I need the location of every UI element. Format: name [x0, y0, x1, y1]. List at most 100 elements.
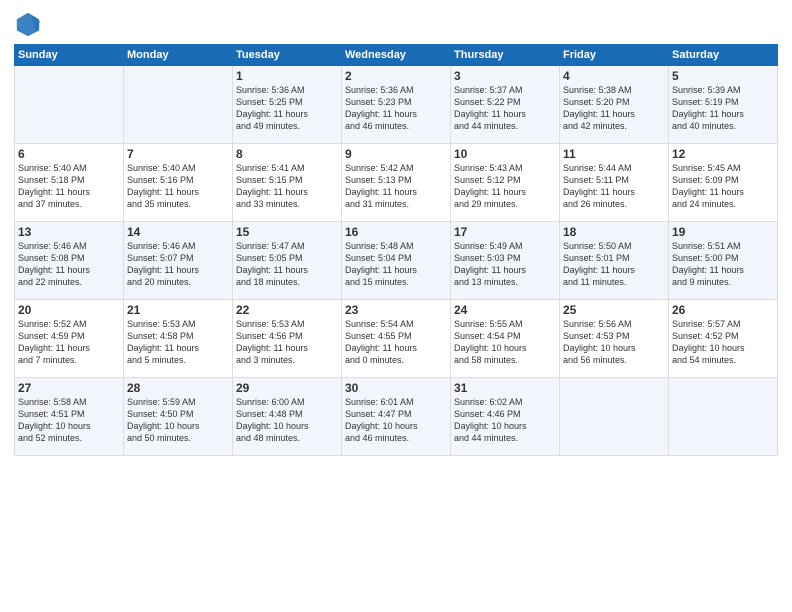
calendar-cell: 4Sunrise: 5:38 AM Sunset: 5:20 PM Daylig… [560, 66, 669, 144]
day-number: 10 [454, 147, 556, 161]
day-of-week-header: Friday [560, 45, 669, 66]
calendar-week-row: 1Sunrise: 5:36 AM Sunset: 5:25 PM Daylig… [15, 66, 778, 144]
cell-info: Sunrise: 5:42 AM Sunset: 5:13 PM Dayligh… [345, 162, 447, 211]
calendar-cell: 31Sunrise: 6:02 AM Sunset: 4:46 PM Dayli… [451, 378, 560, 456]
calendar-cell: 8Sunrise: 5:41 AM Sunset: 5:15 PM Daylig… [233, 144, 342, 222]
cell-info: Sunrise: 5:39 AM Sunset: 5:19 PM Dayligh… [672, 84, 774, 133]
day-number: 25 [563, 303, 665, 317]
day-number: 1 [236, 69, 338, 83]
day-of-week-header: Sunday [15, 45, 124, 66]
calendar-cell [124, 66, 233, 144]
cell-info: Sunrise: 5:54 AM Sunset: 4:55 PM Dayligh… [345, 318, 447, 367]
calendar-cell: 10Sunrise: 5:43 AM Sunset: 5:12 PM Dayli… [451, 144, 560, 222]
cell-info: Sunrise: 5:43 AM Sunset: 5:12 PM Dayligh… [454, 162, 556, 211]
day-of-week-header: Saturday [669, 45, 778, 66]
cell-info: Sunrise: 5:48 AM Sunset: 5:04 PM Dayligh… [345, 240, 447, 289]
day-number: 31 [454, 381, 556, 395]
cell-info: Sunrise: 5:36 AM Sunset: 5:25 PM Dayligh… [236, 84, 338, 133]
day-number: 11 [563, 147, 665, 161]
calendar-header [14, 10, 778, 38]
calendar-cell: 5Sunrise: 5:39 AM Sunset: 5:19 PM Daylig… [669, 66, 778, 144]
day-of-week-header: Thursday [451, 45, 560, 66]
day-number: 22 [236, 303, 338, 317]
calendar-cell: 17Sunrise: 5:49 AM Sunset: 5:03 PM Dayli… [451, 222, 560, 300]
day-number: 19 [672, 225, 774, 239]
calendar-cell: 26Sunrise: 5:57 AM Sunset: 4:52 PM Dayli… [669, 300, 778, 378]
day-number: 16 [345, 225, 447, 239]
calendar-cell: 11Sunrise: 5:44 AM Sunset: 5:11 PM Dayli… [560, 144, 669, 222]
calendar-week-row: 6Sunrise: 5:40 AM Sunset: 5:18 PM Daylig… [15, 144, 778, 222]
calendar-cell: 20Sunrise: 5:52 AM Sunset: 4:59 PM Dayli… [15, 300, 124, 378]
calendar-table: SundayMondayTuesdayWednesdayThursdayFrid… [14, 44, 778, 456]
cell-info: Sunrise: 5:53 AM Sunset: 4:56 PM Dayligh… [236, 318, 338, 367]
day-number: 12 [672, 147, 774, 161]
day-number: 15 [236, 225, 338, 239]
calendar-cell: 28Sunrise: 5:59 AM Sunset: 4:50 PM Dayli… [124, 378, 233, 456]
cell-info: Sunrise: 5:50 AM Sunset: 5:01 PM Dayligh… [563, 240, 665, 289]
cell-info: Sunrise: 5:37 AM Sunset: 5:22 PM Dayligh… [454, 84, 556, 133]
logo-icon [14, 10, 42, 38]
cell-info: Sunrise: 5:58 AM Sunset: 4:51 PM Dayligh… [18, 396, 120, 445]
calendar-week-row: 27Sunrise: 5:58 AM Sunset: 4:51 PM Dayli… [15, 378, 778, 456]
cell-info: Sunrise: 5:38 AM Sunset: 5:20 PM Dayligh… [563, 84, 665, 133]
day-of-week-header: Tuesday [233, 45, 342, 66]
cell-info: Sunrise: 6:00 AM Sunset: 4:48 PM Dayligh… [236, 396, 338, 445]
day-number: 23 [345, 303, 447, 317]
calendar-cell: 25Sunrise: 5:56 AM Sunset: 4:53 PM Dayli… [560, 300, 669, 378]
day-number: 18 [563, 225, 665, 239]
calendar-cell: 22Sunrise: 5:53 AM Sunset: 4:56 PM Dayli… [233, 300, 342, 378]
day-of-week-header: Monday [124, 45, 233, 66]
cell-info: Sunrise: 5:57 AM Sunset: 4:52 PM Dayligh… [672, 318, 774, 367]
calendar-cell: 19Sunrise: 5:51 AM Sunset: 5:00 PM Dayli… [669, 222, 778, 300]
cell-info: Sunrise: 5:40 AM Sunset: 5:16 PM Dayligh… [127, 162, 229, 211]
calendar-header-row: SundayMondayTuesdayWednesdayThursdayFrid… [15, 45, 778, 66]
calendar-week-row: 13Sunrise: 5:46 AM Sunset: 5:08 PM Dayli… [15, 222, 778, 300]
cell-info: Sunrise: 5:53 AM Sunset: 4:58 PM Dayligh… [127, 318, 229, 367]
cell-info: Sunrise: 5:45 AM Sunset: 5:09 PM Dayligh… [672, 162, 774, 211]
calendar-cell: 23Sunrise: 5:54 AM Sunset: 4:55 PM Dayli… [342, 300, 451, 378]
day-number: 30 [345, 381, 447, 395]
calendar-cell: 13Sunrise: 5:46 AM Sunset: 5:08 PM Dayli… [15, 222, 124, 300]
calendar-week-row: 20Sunrise: 5:52 AM Sunset: 4:59 PM Dayli… [15, 300, 778, 378]
calendar-cell: 27Sunrise: 5:58 AM Sunset: 4:51 PM Dayli… [15, 378, 124, 456]
calendar-cell: 16Sunrise: 5:48 AM Sunset: 5:04 PM Dayli… [342, 222, 451, 300]
day-number: 28 [127, 381, 229, 395]
cell-info: Sunrise: 5:55 AM Sunset: 4:54 PM Dayligh… [454, 318, 556, 367]
cell-info: Sunrise: 5:51 AM Sunset: 5:00 PM Dayligh… [672, 240, 774, 289]
calendar-cell: 3Sunrise: 5:37 AM Sunset: 5:22 PM Daylig… [451, 66, 560, 144]
day-number: 24 [454, 303, 556, 317]
calendar-cell [560, 378, 669, 456]
calendar-cell: 7Sunrise: 5:40 AM Sunset: 5:16 PM Daylig… [124, 144, 233, 222]
cell-info: Sunrise: 5:46 AM Sunset: 5:08 PM Dayligh… [18, 240, 120, 289]
calendar-cell: 18Sunrise: 5:50 AM Sunset: 5:01 PM Dayli… [560, 222, 669, 300]
cell-info: Sunrise: 5:40 AM Sunset: 5:18 PM Dayligh… [18, 162, 120, 211]
calendar-cell: 30Sunrise: 6:01 AM Sunset: 4:47 PM Dayli… [342, 378, 451, 456]
cell-info: Sunrise: 6:02 AM Sunset: 4:46 PM Dayligh… [454, 396, 556, 445]
day-number: 6 [18, 147, 120, 161]
calendar-cell: 14Sunrise: 5:46 AM Sunset: 5:07 PM Dayli… [124, 222, 233, 300]
day-number: 20 [18, 303, 120, 317]
day-number: 8 [236, 147, 338, 161]
day-number: 29 [236, 381, 338, 395]
cell-info: Sunrise: 5:36 AM Sunset: 5:23 PM Dayligh… [345, 84, 447, 133]
cell-info: Sunrise: 5:49 AM Sunset: 5:03 PM Dayligh… [454, 240, 556, 289]
calendar-cell: 12Sunrise: 5:45 AM Sunset: 5:09 PM Dayli… [669, 144, 778, 222]
day-of-week-header: Wednesday [342, 45, 451, 66]
calendar-cell: 1Sunrise: 5:36 AM Sunset: 5:25 PM Daylig… [233, 66, 342, 144]
calendar-cell [15, 66, 124, 144]
cell-info: Sunrise: 5:44 AM Sunset: 5:11 PM Dayligh… [563, 162, 665, 211]
day-number: 4 [563, 69, 665, 83]
calendar-cell: 9Sunrise: 5:42 AM Sunset: 5:13 PM Daylig… [342, 144, 451, 222]
calendar-cell [669, 378, 778, 456]
day-number: 14 [127, 225, 229, 239]
day-number: 26 [672, 303, 774, 317]
day-number: 17 [454, 225, 556, 239]
cell-info: Sunrise: 5:52 AM Sunset: 4:59 PM Dayligh… [18, 318, 120, 367]
calendar-cell: 24Sunrise: 5:55 AM Sunset: 4:54 PM Dayli… [451, 300, 560, 378]
logo [14, 10, 46, 38]
calendar-cell: 15Sunrise: 5:47 AM Sunset: 5:05 PM Dayli… [233, 222, 342, 300]
cell-info: Sunrise: 5:47 AM Sunset: 5:05 PM Dayligh… [236, 240, 338, 289]
day-number: 9 [345, 147, 447, 161]
calendar-cell: 29Sunrise: 6:00 AM Sunset: 4:48 PM Dayli… [233, 378, 342, 456]
day-number: 13 [18, 225, 120, 239]
